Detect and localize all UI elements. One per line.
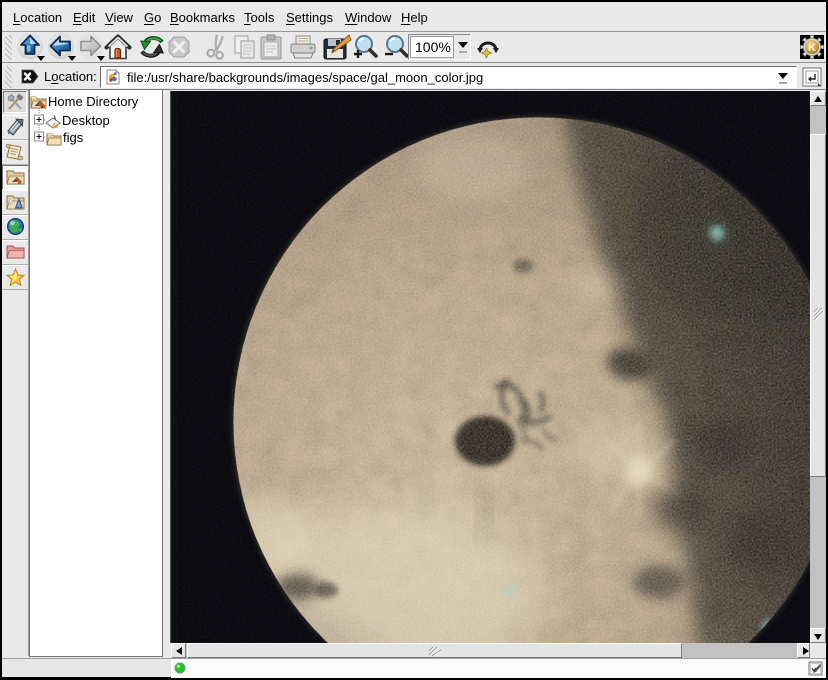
svg-text:K: K bbox=[808, 42, 816, 54]
